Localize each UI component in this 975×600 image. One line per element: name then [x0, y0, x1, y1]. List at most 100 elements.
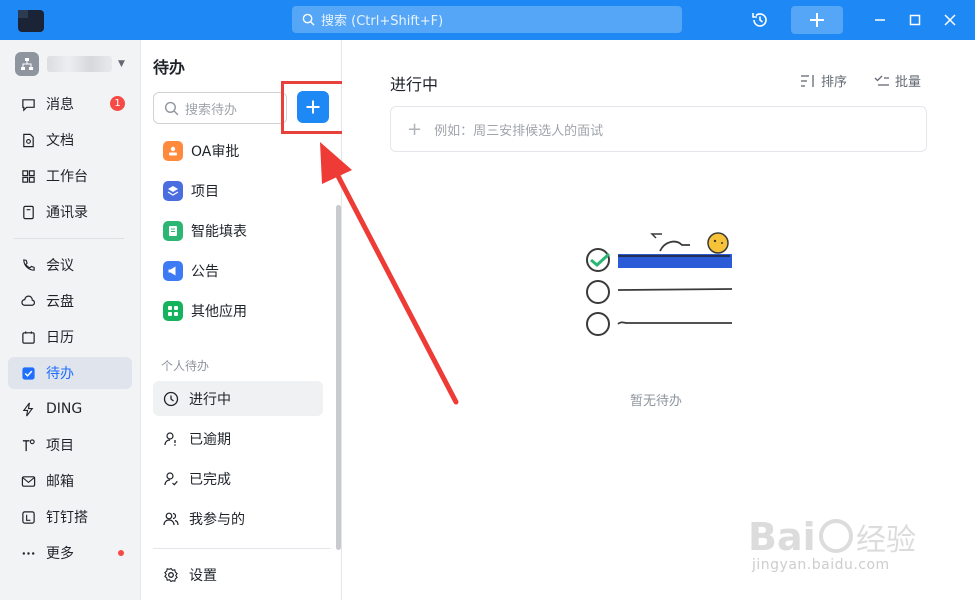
todo-search-placeholder: 搜索待办 [185, 102, 238, 118]
app-item-label: 智能填表 [191, 224, 247, 240]
nav-item-mail[interactable]: 邮箱 [8, 465, 132, 497]
project-app-icon [163, 181, 183, 201]
nav-item-messages[interactable]: 消息 1 [8, 88, 132, 120]
dingda-icon [20, 509, 36, 525]
app-item-label: 其他应用 [191, 304, 247, 320]
maximize-button[interactable] [903, 0, 927, 40]
nav-item-docs[interactable]: 文档 [8, 124, 132, 156]
nav-item-label: 钉钉搭 [46, 510, 88, 526]
message-icon [20, 96, 36, 112]
todo-search-input[interactable]: 搜索待办 [153, 92, 287, 124]
quick-add-input[interactable]: + 例如：周三安排候选人的面试 [390, 106, 927, 152]
unread-badge: 1 [110, 96, 125, 111]
nav-item-cloud[interactable]: 云盘 [8, 285, 132, 317]
nav-item-label: 通讯录 [46, 205, 88, 221]
settings-label: 设置 [189, 567, 217, 584]
watermark-url: jingyan.baidu.com [752, 557, 890, 573]
sort-button[interactable]: 排序 [800, 71, 847, 90]
announcement-icon [163, 261, 183, 281]
doc-icon [20, 132, 36, 148]
global-search-placeholder: 搜索 (Ctrl+Shift+F) [321, 14, 444, 29]
search-icon [164, 101, 179, 115]
empty-state-text: 暂无待办 [630, 394, 683, 409]
nav-item-label: 项目 [46, 438, 74, 454]
app-item-announcement[interactable]: 公告 [163, 259, 219, 283]
participants-icon [163, 511, 179, 527]
completed-icon [163, 471, 179, 487]
task-filter-in-progress[interactable]: 进行中 [153, 381, 323, 416]
contacts-icon [20, 204, 36, 220]
search-icon [302, 13, 315, 26]
workbench-icon [20, 168, 36, 184]
plus-icon [810, 13, 824, 27]
app-item-label: OA审批 [191, 144, 240, 160]
nav-item-ding[interactable]: DING [8, 393, 132, 425]
nav-item-label: 云盘 [46, 294, 74, 310]
nav-item-label: 文档 [46, 133, 74, 149]
nav-item-todo[interactable]: 待办 [8, 357, 132, 389]
task-filter-completed[interactable]: 已完成 [153, 461, 323, 496]
nav-item-label: 邮箱 [46, 474, 74, 490]
history-button[interactable] [745, 0, 775, 40]
close-button[interactable] [938, 0, 962, 40]
nav-item-calendar[interactable]: 日历 [8, 321, 132, 353]
sort-icon [801, 74, 814, 87]
nav-item-label: 日历 [46, 330, 74, 346]
app-item-oa-approval[interactable]: OA审批 [163, 139, 239, 163]
cloud-icon [20, 293, 36, 309]
nav-item-workbench[interactable]: 工作台 [8, 160, 132, 192]
batch-label: 批量 [895, 75, 922, 90]
quick-add-placeholder: 例如：周三安排候选人的面试 [434, 123, 604, 139]
task-filter-label: 已完成 [189, 471, 231, 488]
calendar-icon [20, 329, 36, 345]
svg-text:Bai: Bai [748, 515, 816, 559]
nav-item-contacts[interactable]: 通讯录 [8, 196, 132, 228]
app-item-label: 公告 [191, 264, 219, 280]
org-icon [15, 52, 39, 76]
ding-icon [20, 401, 36, 417]
nav-item-more[interactable]: 更多 [8, 537, 132, 569]
app-item-project[interactable]: 项目 [163, 179, 219, 203]
clock-icon [163, 391, 179, 407]
global-search-input[interactable]: 搜索 (Ctrl+Shift+F) [292, 6, 682, 33]
nav-item-project[interactable]: 项目 [8, 429, 132, 461]
sort-label: 排序 [821, 75, 848, 90]
todo-sidebar-title: 待办 [153, 58, 186, 77]
task-filter-participating[interactable]: 我参与的 [153, 501, 323, 536]
plus-icon: + [407, 118, 423, 140]
divider [153, 548, 331, 549]
org-switcher[interactable]: ▼ [15, 52, 125, 76]
more-icon [20, 545, 36, 561]
nav-item-label: 消息 [46, 97, 74, 113]
nav-item-meeting[interactable]: 会议 [8, 249, 132, 281]
smart-form-icon [163, 221, 183, 241]
app-item-smart-form[interactable]: 智能填表 [163, 219, 247, 243]
sidebar-scrollbar[interactable] [336, 205, 341, 550]
mail-icon [20, 473, 36, 489]
other-apps-icon [163, 301, 183, 321]
minimize-icon [875, 19, 885, 21]
task-filter-overdue[interactable]: 已逾期 [153, 421, 323, 456]
settings-button[interactable]: 设置 [153, 557, 323, 592]
app-item-other-apps[interactable]: 其他应用 [163, 299, 247, 323]
nav-item-dingda[interactable]: 钉钉搭 [8, 501, 132, 533]
caret-down-icon: ▼ [118, 59, 125, 69]
nav-item-label: 更多 [46, 546, 74, 562]
todo-sidebar: 待办 搜索待办 OA审批 项目 智能填表 公告 其他应用 个人待办 进行中 已逾… [141, 40, 347, 600]
section-label: 个人待办 [161, 359, 210, 373]
nav-item-label: 会议 [46, 258, 74, 274]
batch-button[interactable]: 批量 [874, 71, 921, 90]
page-title: 进行中 [390, 75, 439, 94]
create-button[interactable] [791, 6, 843, 34]
user-avatar[interactable] [14, 6, 50, 34]
todo-icon [20, 365, 36, 381]
task-filter-label: 已逾期 [189, 431, 231, 448]
oa-approval-icon [163, 141, 183, 161]
nav-divider [14, 238, 124, 239]
history-icon [752, 13, 767, 27]
highlight-box [281, 81, 347, 134]
project-icon [20, 437, 36, 453]
minimize-button[interactable] [868, 0, 892, 40]
app-item-label: 项目 [191, 184, 219, 200]
overdue-icon [163, 431, 179, 447]
